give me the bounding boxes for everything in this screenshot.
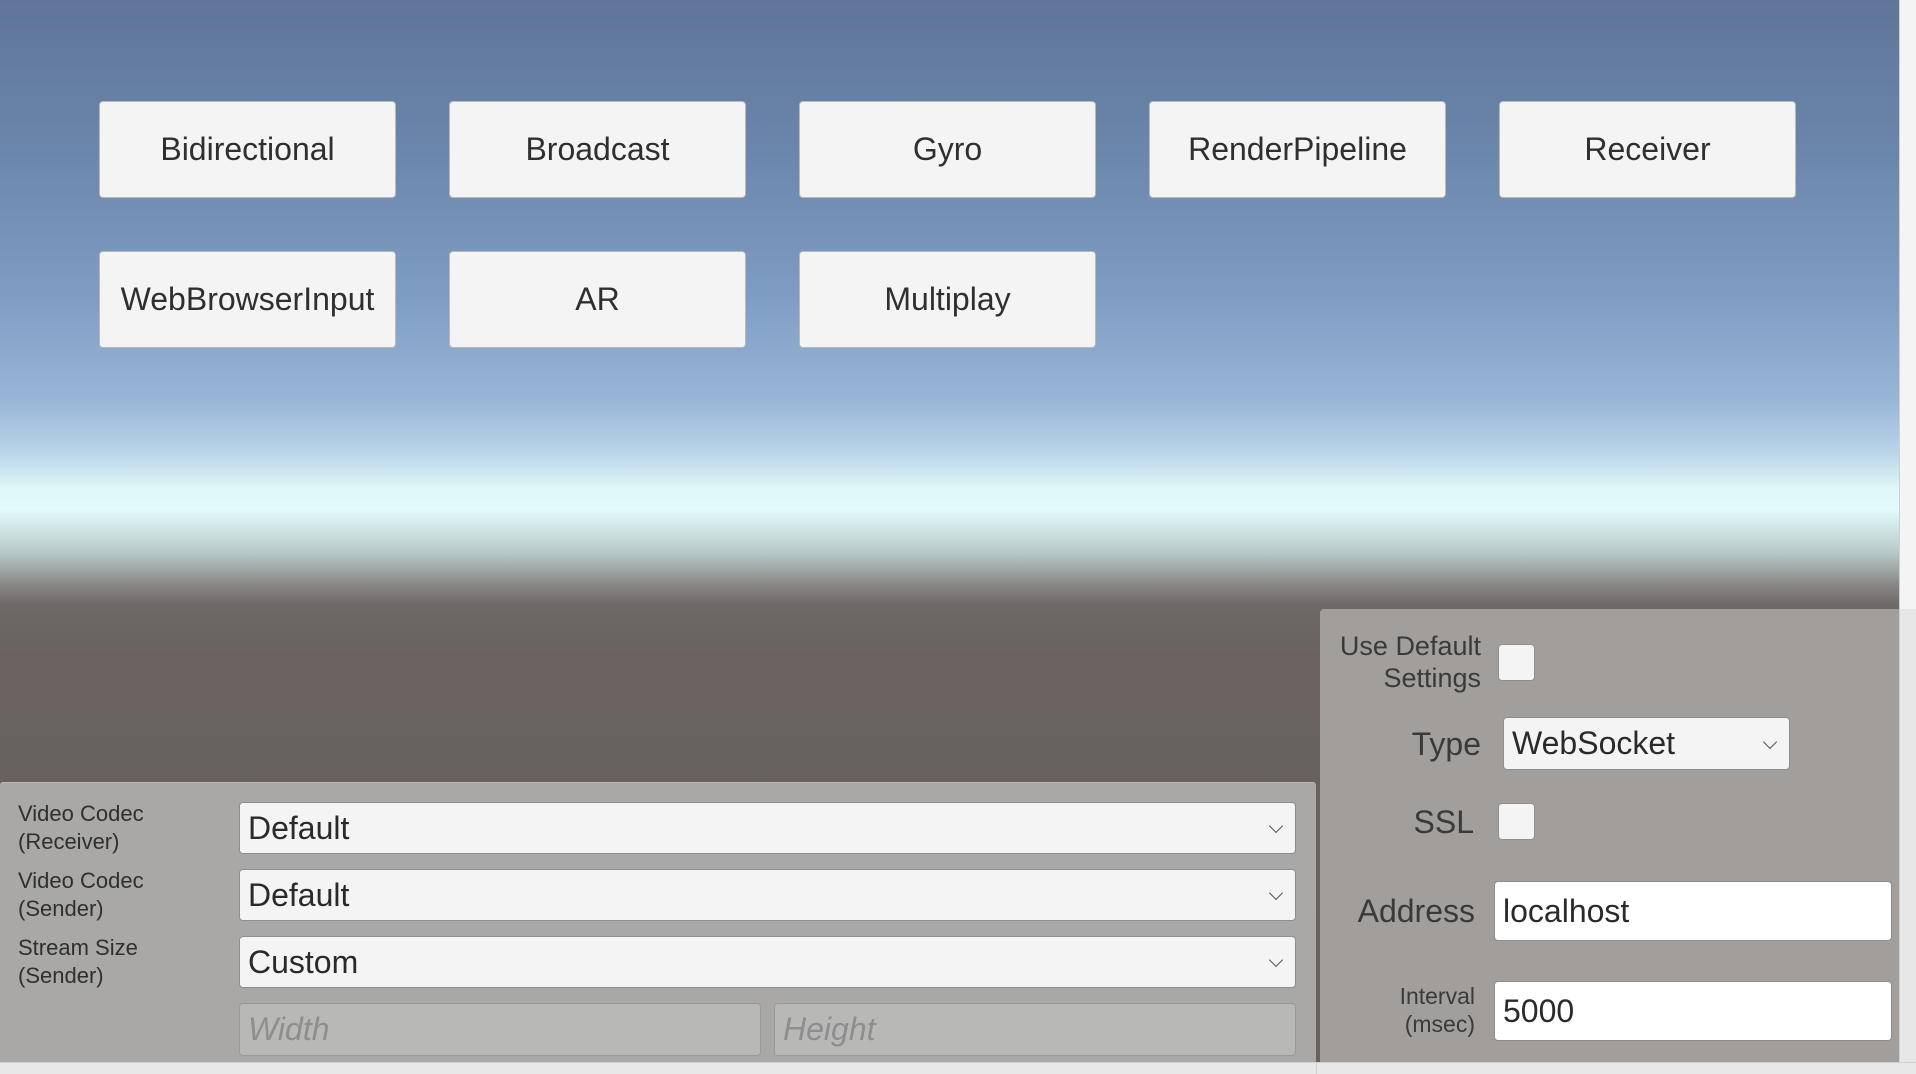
multiplay-button[interactable]: Multiplay	[799, 251, 1096, 348]
signaling-type-dropdown[interactable]: WebSocket	[1503, 717, 1790, 770]
interval-label-line2: (msec)	[1404, 1011, 1475, 1037]
height-input[interactable]: Height	[774, 1003, 1296, 1056]
video-codec-receiver-label-line1: Video Codec	[18, 801, 144, 826]
video-codec-sender-label: Video Codec (Sender)	[18, 867, 144, 923]
video-codec-sender-value: Default	[248, 876, 350, 913]
ar-button[interactable]: AR	[449, 251, 746, 348]
horizontal-scrollbar[interactable]	[0, 1062, 1916, 1074]
receiver-button[interactable]: Receiver	[1499, 101, 1796, 198]
signaling-type-value: WebSocket	[1512, 725, 1676, 761]
video-codec-receiver-label-line2: (Receiver)	[18, 829, 120, 854]
use-default-settings-label: Use Default Settings	[1320, 630, 1481, 694]
interval-label-line1: Interval	[1399, 983, 1475, 1009]
interval-label: Interval (msec)	[1320, 982, 1475, 1038]
address-input[interactable]: localhost	[1494, 881, 1892, 941]
use-default-settings-checkbox[interactable]	[1498, 644, 1535, 681]
ssl-checkbox[interactable]	[1498, 803, 1535, 840]
renderpipeline-button[interactable]: RenderPipeline	[1149, 101, 1446, 198]
vertical-scrollbar-thumb[interactable]	[1899, 0, 1916, 609]
stream-size-dropdown[interactable]: Custom	[239, 936, 1296, 988]
video-codec-sender-label-line1: Video Codec	[18, 868, 144, 893]
address-label: Address	[1357, 893, 1475, 929]
type-label: Type	[1411, 726, 1481, 762]
stream-size-value: Custom	[248, 943, 359, 980]
interval-input[interactable]: 5000	[1494, 981, 1892, 1041]
video-codec-receiver-dropdown[interactable]: Default	[239, 802, 1296, 854]
vertical-scrollbar-track[interactable]	[1899, 609, 1916, 1062]
use-default-settings-label-line1: Use Default	[1339, 631, 1481, 661]
video-codec-sender-dropdown[interactable]: Default	[239, 869, 1296, 921]
broadcast-button[interactable]: Broadcast	[449, 101, 746, 198]
video-codec-sender-label-line2: (Sender)	[18, 896, 104, 921]
width-input[interactable]: Width	[239, 1003, 761, 1056]
stream-size-label: Stream Size (Sender)	[18, 934, 138, 990]
chevron-down-icon	[1762, 734, 1778, 749]
chevron-down-icon	[1268, 818, 1284, 834]
video-codec-receiver-label: Video Codec (Receiver)	[18, 800, 144, 856]
chevron-down-icon	[1268, 952, 1284, 968]
use-default-settings-label-line2: Settings	[1383, 663, 1481, 693]
stream-size-label-line1: Stream Size	[18, 935, 138, 960]
bidirectional-button[interactable]: Bidirectional	[99, 101, 396, 198]
stream-size-label-line2: (Sender)	[18, 963, 104, 988]
scrollbar-divider	[1316, 1062, 1317, 1074]
chevron-down-icon	[1268, 885, 1284, 901]
ssl-label: SSL	[1413, 804, 1474, 840]
gyro-button[interactable]: Gyro	[799, 101, 1096, 198]
video-codec-receiver-value: Default	[248, 809, 350, 846]
webbrowserinput-button[interactable]: WebBrowserInput	[99, 251, 396, 348]
